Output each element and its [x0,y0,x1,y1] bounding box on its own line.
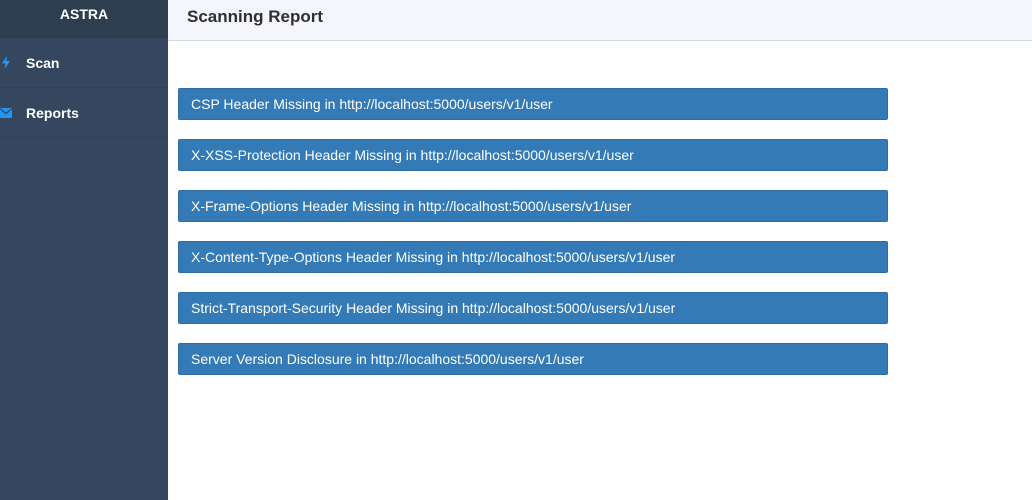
vulnerability-list: CSP Header Missing in http://localhost:5… [178,88,888,394]
page-title: Scanning Report [187,7,324,26]
app: ASTRA Scan Reports Scanning Report CSP H [0,0,1032,500]
sidebar-item-scan[interactable]: Scan [0,38,168,88]
envelope-icon [0,106,12,120]
vulnerability-item[interactable]: Strict-Transport-Security Header Missing… [178,292,888,324]
sidebar-item-label: Reports [26,104,79,121]
sidebar-item-label: Scan [26,54,60,71]
vulnerability-item[interactable]: X-Frame-Options Header Missing in http:/… [178,190,888,222]
main-content: CSP Header Missing in http://localhost:5… [168,41,1032,500]
vulnerability-item[interactable]: X-XSS-Protection Header Missing in http:… [178,139,888,171]
vulnerability-item[interactable]: Server Version Disclosure in http://loca… [178,343,888,375]
sidebar-item-reports[interactable]: Reports [0,88,168,138]
sidebar: ASTRA Scan Reports [0,0,168,500]
bolt-icon [0,56,12,70]
brand-logo[interactable]: ASTRA [0,0,168,38]
vulnerability-item[interactable]: X-Content-Type-Options Header Missing in… [178,241,888,273]
page-header: Scanning Report [168,0,1032,41]
vulnerability-item[interactable]: CSP Header Missing in http://localhost:5… [178,88,888,120]
